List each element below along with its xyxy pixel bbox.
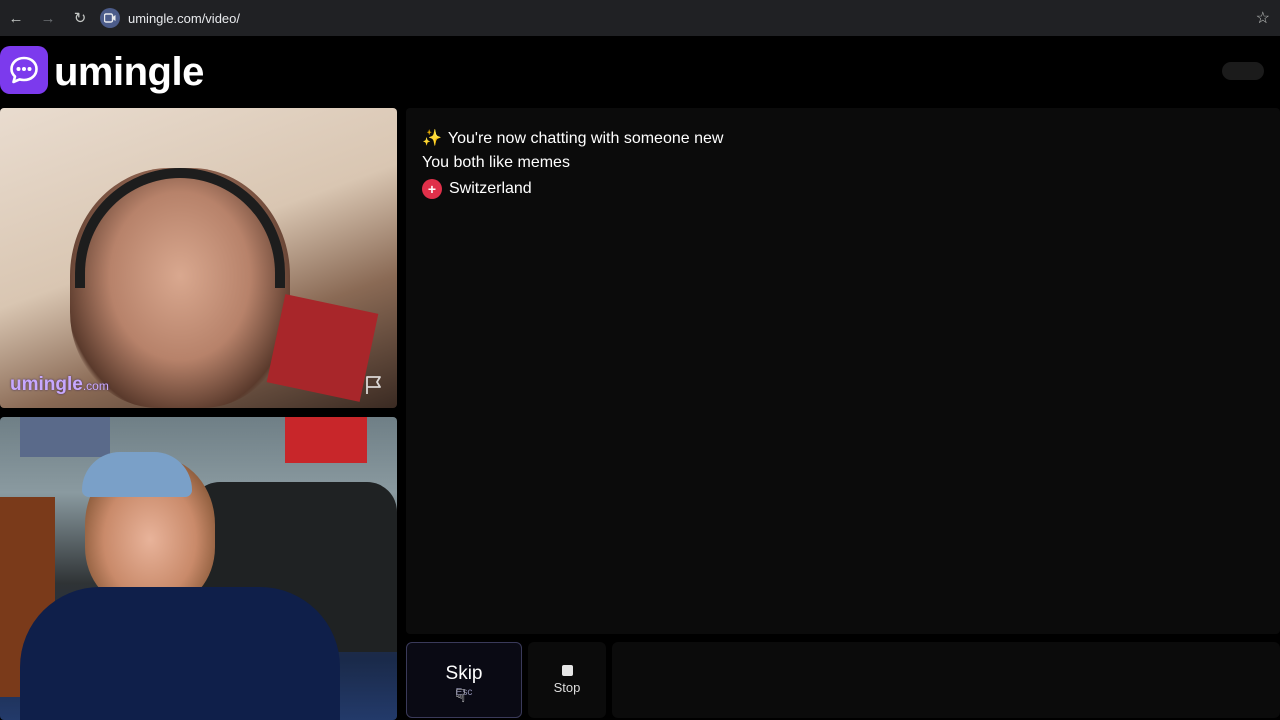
stranger-video: umingle.com bbox=[0, 108, 397, 408]
system-message-common-interest: You both like memes bbox=[422, 154, 570, 171]
chat-bubble-icon[interactable] bbox=[0, 46, 48, 94]
hoodie bbox=[20, 587, 340, 720]
stop-square-icon bbox=[561, 665, 573, 676]
hand-pointer-icon: ☟ bbox=[455, 686, 466, 706]
background-poster bbox=[266, 294, 379, 402]
system-message-country: + Switzerland bbox=[422, 179, 532, 199]
url-text: umingle.com/video/ bbox=[128, 10, 240, 26]
browser-toolbar: ← → ↻ umingle.com/video/ ☆ bbox=[0, 0, 1280, 36]
system-message-new-chat: ✨ You're now chatting with someone new bbox=[422, 130, 724, 147]
forward-button[interactable]: → bbox=[32, 0, 64, 36]
sparkle-icon: ✨ bbox=[422, 130, 442, 147]
self-video bbox=[0, 417, 397, 720]
star-icon[interactable]: ☆ bbox=[1256, 8, 1270, 28]
reload-icon: ↻ bbox=[73, 10, 87, 27]
stop-button[interactable]: Stop bbox=[528, 642, 606, 718]
umingle-watermark: umingle.com bbox=[10, 374, 109, 395]
reload-button[interactable]: ↻ bbox=[64, 0, 96, 36]
back-button[interactable]: ← bbox=[0, 0, 32, 36]
red-banner bbox=[285, 417, 367, 463]
chat-input-area[interactable] bbox=[612, 642, 1280, 718]
swiss-flag-icon: + bbox=[422, 179, 442, 199]
address-bar[interactable]: umingle.com/video/ ☆ bbox=[96, 4, 1276, 32]
logo-text[interactable]: umingle bbox=[54, 50, 204, 95]
app-header: umingle bbox=[0, 40, 1280, 104]
chat-panel: ✨ You're now chatting with someone new Yo… bbox=[406, 108, 1280, 634]
wall-posters bbox=[20, 417, 110, 457]
header-toggle[interactable] bbox=[1222, 62, 1264, 80]
site-info-icon[interactable] bbox=[100, 8, 120, 28]
arrow-left-icon: ← bbox=[8, 9, 24, 27]
skip-label: Skip bbox=[445, 662, 483, 684]
stop-label: Stop bbox=[553, 680, 581, 695]
headphones bbox=[75, 168, 285, 288]
cap bbox=[82, 452, 192, 497]
arrow-right-icon: → bbox=[40, 9, 56, 27]
flag-icon[interactable] bbox=[363, 374, 385, 396]
